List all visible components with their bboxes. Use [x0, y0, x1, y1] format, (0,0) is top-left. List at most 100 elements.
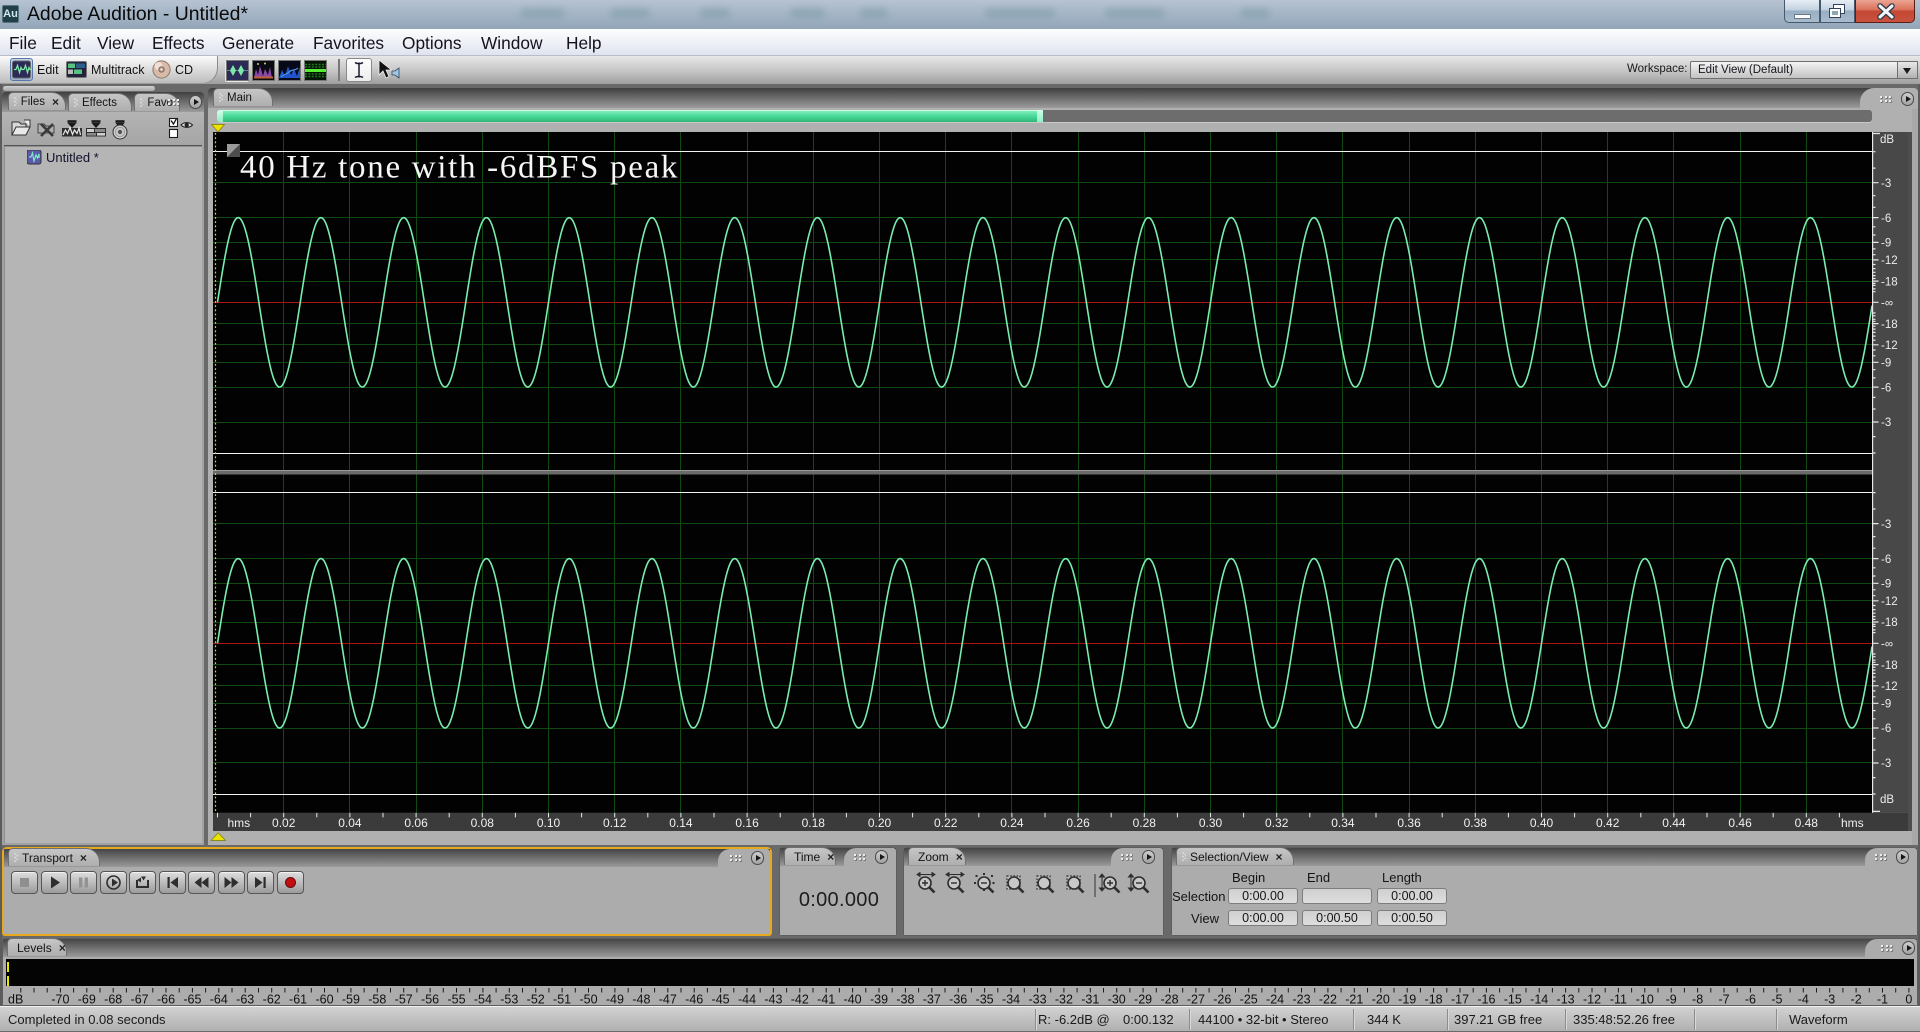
svg-text:-18: -18	[1881, 319, 1898, 331]
svg-text:-43: -43	[764, 993, 782, 1007]
svg-text:-64: -64	[210, 993, 228, 1007]
svg-text:0: 0	[1905, 993, 1912, 1007]
svg-text:0.22: 0.22	[934, 816, 958, 830]
svg-text:-31: -31	[1081, 993, 1099, 1007]
svg-text:-12: -12	[1881, 596, 1898, 608]
svg-text:-49: -49	[606, 993, 624, 1007]
svg-text:-9: -9	[1881, 238, 1891, 250]
svg-text:-68: -68	[104, 993, 122, 1007]
svg-text:-54: -54	[474, 993, 492, 1007]
svg-text:-5: -5	[1771, 993, 1782, 1007]
svg-text:-57: -57	[395, 993, 413, 1007]
svg-text:-12: -12	[1881, 340, 1898, 352]
svg-text:-9: -9	[1881, 579, 1891, 591]
svg-text:-20: -20	[1372, 993, 1390, 1007]
svg-text:0.46: 0.46	[1728, 816, 1752, 830]
svg-text:0.26: 0.26	[1066, 816, 1090, 830]
svg-text:0.42: 0.42	[1596, 816, 1620, 830]
svg-text:-37: -37	[923, 993, 941, 1007]
svg-text:-12: -12	[1881, 255, 1898, 267]
svg-text:-47: -47	[659, 993, 677, 1007]
svg-text:0.12: 0.12	[603, 816, 627, 830]
svg-text:-22: -22	[1319, 993, 1337, 1007]
svg-text:-23: -23	[1292, 993, 1310, 1007]
svg-text:-6: -6	[1881, 213, 1891, 225]
svg-text:-36: -36	[949, 993, 967, 1007]
svg-text:-6: -6	[1745, 993, 1756, 1007]
svg-text:0.20: 0.20	[868, 816, 892, 830]
svg-text:0.40: 0.40	[1530, 816, 1554, 830]
svg-text:-19: -19	[1398, 993, 1416, 1007]
svg-text:0.36: 0.36	[1397, 816, 1421, 830]
svg-text:-28: -28	[1160, 993, 1178, 1007]
svg-text:-17: -17	[1451, 993, 1469, 1007]
svg-text:-18: -18	[1881, 617, 1898, 629]
svg-text:-39: -39	[870, 993, 888, 1007]
svg-text:-9: -9	[1666, 993, 1677, 1007]
svg-text:-18: -18	[1425, 993, 1443, 1007]
svg-text:-55: -55	[447, 993, 465, 1007]
svg-text:-1: -1	[1877, 993, 1888, 1007]
svg-text:-58: -58	[368, 993, 386, 1007]
svg-text:hms: hms	[1841, 816, 1864, 830]
svg-text:-2: -2	[1851, 993, 1862, 1007]
svg-text:-26: -26	[1213, 993, 1231, 1007]
svg-text:40 Hz tone with -6dBFS peak: 40 Hz tone with -6dBFS peak	[240, 150, 679, 186]
svg-text:0.10: 0.10	[537, 816, 561, 830]
svg-text:-3: -3	[1881, 758, 1891, 770]
svg-text:-3: -3	[1881, 178, 1891, 190]
svg-text:-45: -45	[712, 993, 730, 1007]
svg-text:-18: -18	[1881, 276, 1898, 288]
svg-text:-40: -40	[844, 993, 862, 1007]
svg-text:0.34: 0.34	[1331, 816, 1355, 830]
svg-text:0.08: 0.08	[471, 816, 495, 830]
svg-text:-6: -6	[1881, 723, 1891, 735]
svg-text:-14: -14	[1530, 993, 1548, 1007]
svg-text:-46: -46	[685, 993, 703, 1007]
svg-text:-15: -15	[1504, 993, 1522, 1007]
svg-text:-7: -7	[1718, 993, 1729, 1007]
svg-text:0.44: 0.44	[1662, 816, 1686, 830]
svg-text:-9: -9	[1881, 358, 1891, 370]
svg-text:-67: -67	[131, 993, 149, 1007]
svg-text:-4: -4	[1798, 993, 1809, 1007]
svg-text:-32: -32	[1055, 993, 1073, 1007]
svg-text:-69: -69	[78, 993, 96, 1007]
svg-text:-65: -65	[183, 993, 201, 1007]
svg-text:-3: -3	[1824, 993, 1835, 1007]
svg-text:0.14: 0.14	[669, 816, 693, 830]
svg-text:-48: -48	[632, 993, 650, 1007]
svg-text:-42: -42	[791, 993, 809, 1007]
svg-text:-27: -27	[1187, 993, 1205, 1007]
svg-text:-38: -38	[896, 993, 914, 1007]
svg-text:-21: -21	[1345, 993, 1363, 1007]
svg-text:dB: dB	[1880, 134, 1894, 146]
svg-text:-3: -3	[1881, 519, 1891, 531]
svg-text:-12: -12	[1881, 681, 1898, 693]
svg-text:0.18: 0.18	[802, 816, 826, 830]
svg-text:-63: -63	[236, 993, 254, 1007]
svg-text:-66: -66	[157, 993, 175, 1007]
svg-text:dB: dB	[8, 993, 23, 1007]
svg-text:-8: -8	[1692, 993, 1703, 1007]
svg-text:0.28: 0.28	[1133, 816, 1157, 830]
svg-text:-60: -60	[315, 993, 333, 1007]
svg-text:-16: -16	[1477, 993, 1495, 1007]
svg-text:-51: -51	[553, 993, 571, 1007]
svg-text:-∞: -∞	[1881, 639, 1893, 651]
svg-text:0.16: 0.16	[735, 816, 759, 830]
svg-text:-34: -34	[1002, 993, 1020, 1007]
svg-text:-50: -50	[579, 993, 597, 1007]
svg-text:0.24: 0.24	[1000, 816, 1024, 830]
svg-text:-11: -11	[1610, 993, 1627, 1007]
svg-text:-41: -41	[817, 993, 835, 1007]
svg-text:-61: -61	[289, 993, 307, 1007]
svg-text:-6: -6	[1881, 554, 1891, 566]
svg-text:-33: -33	[1028, 993, 1046, 1007]
svg-text:-59: -59	[342, 993, 360, 1007]
svg-text:-6: -6	[1881, 382, 1891, 394]
svg-text:-9: -9	[1881, 699, 1891, 711]
svg-text:-56: -56	[421, 993, 439, 1007]
svg-text:hms: hms	[228, 816, 251, 830]
svg-text:0.02: 0.02	[272, 816, 296, 830]
